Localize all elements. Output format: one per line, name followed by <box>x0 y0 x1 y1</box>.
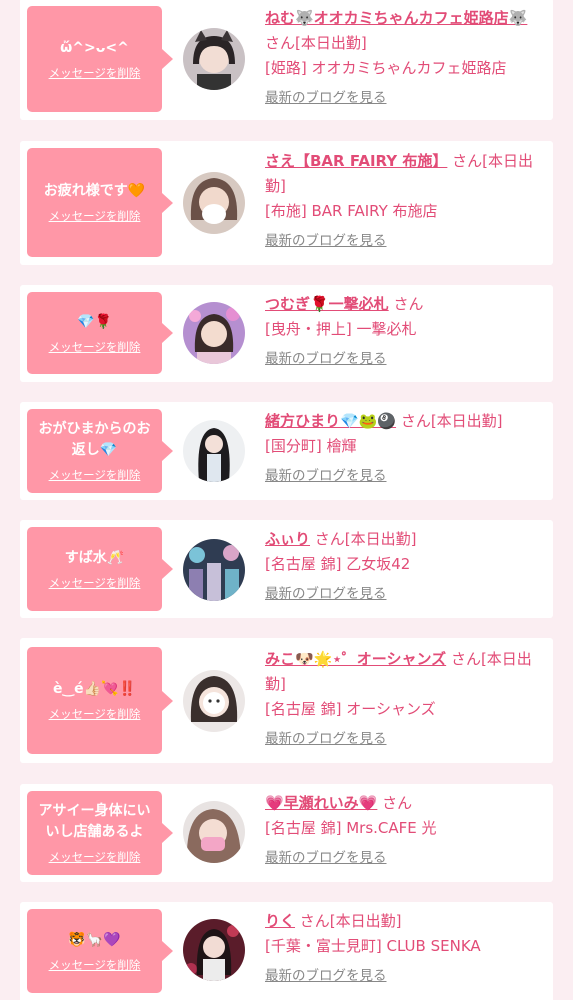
cast-status: さん[本日出勤] <box>314 530 417 548</box>
message-bubble: お疲れ様です🧡 メッセージを削除 <box>27 148 173 257</box>
delete-message-link[interactable]: メッセージを削除 <box>49 339 141 355</box>
latest-blog-link[interactable]: 最新のブログを見る <box>265 966 545 986</box>
cast-name-link[interactable]: りく <box>265 912 295 930</box>
cast-name-link[interactable]: つむぎ🌹一撃必札 <box>265 295 389 313</box>
shop-name: [布施] BAR FAIRY 布施店 <box>265 202 438 220</box>
message-list: ὤ^>ᴗ<^ メッセージを削除 ねむ🐺オオカミちゃんカフェ姫路店🐺 さん[本日出… <box>0 0 573 1000</box>
cast-info: ねむ🐺オオカミちゃんカフェ姫路店🐺 さん[本日出勤] [姫路] オオカミちゃんカ… <box>265 6 545 108</box>
cast-info: りく さん[本日出勤] [千葉・富士見町] CLUB SENKA 最新のブログを… <box>265 909 545 986</box>
avatar[interactable] <box>183 919 245 981</box>
cast-info: さえ【BAR FAIRY 布施】 さん[本日出勤] [布施] BAR FAIRY… <box>265 149 545 251</box>
avatar[interactable] <box>183 28 245 90</box>
delete-message-link[interactable]: メッセージを削除 <box>49 65 141 81</box>
list-item: 💎🌹 メッセージを削除 つむぎ🌹一撃必札 さん [曳舟・押上] 一撃必札 最新の… <box>20 285 553 382</box>
avatar[interactable] <box>183 539 245 601</box>
shop-name: [千葉・富士見町] CLUB SENKA <box>265 937 481 955</box>
girl-portrait-icon <box>183 420 245 482</box>
cast-name-link[interactable]: 💗早瀬れいみ💗 <box>265 794 377 812</box>
delete-message-link[interactable]: メッセージを削除 <box>49 849 141 865</box>
girl-portrait-icon <box>183 801 245 863</box>
cast-info: みこ🐶🌟⋆゜オーシャンズ さん[本日出勤] [名古屋 錦] オーシャンズ 最新の… <box>265 647 545 749</box>
message-text: è‿é👍🏻💘‼️ <box>53 681 136 697</box>
shop-name: [国分町] 檜輝 <box>265 437 357 455</box>
message-text: すば水🥂 <box>64 549 125 566</box>
cast-name-link[interactable]: さえ【BAR FAIRY 布施】 <box>265 152 447 170</box>
cast-info: ふぃり さん[本日出勤] [名古屋 錦] 乙女坂42 最新のブログを見る <box>265 527 545 604</box>
message-text: 💎🌹 <box>77 313 112 330</box>
girl-portrait-icon <box>183 28 245 90</box>
shop-name: [名古屋 錦] オーシャンズ <box>265 700 436 718</box>
girl-portrait-icon <box>183 919 245 981</box>
message-text: お疲れ様です🧡 <box>43 183 146 199</box>
message-bubble: アサイー身体にいいし店舗あるよ メッセージを削除 <box>27 791 173 875</box>
avatar[interactable] <box>183 670 245 732</box>
girl-portrait-icon <box>183 670 245 732</box>
delete-message-link[interactable]: メッセージを削除 <box>49 957 141 973</box>
latest-blog-link[interactable]: 最新のブログを見る <box>265 88 545 108</box>
list-item: おがひまからのお返し💎 メッセージを削除 緒方ひまり💎🐸🎱 さん[本日出勤] [… <box>20 402 553 500</box>
cast-name-link[interactable]: ねむ🐺オオカミちゃんカフェ姫路店🐺 <box>265 9 527 27</box>
message-bubble: è‿é👍🏻💘‼️ メッセージを削除 <box>27 647 173 754</box>
message-text: アサイー身体にいいし店舗あるよ <box>38 803 151 840</box>
latest-blog-link[interactable]: 最新のブログを見る <box>265 466 545 486</box>
girl-portrait-icon <box>183 302 245 364</box>
cast-status: さん[本日出勤] <box>299 912 402 930</box>
latest-blog-link[interactable]: 最新のブログを見る <box>265 584 545 604</box>
latest-blog-link[interactable]: 最新のブログを見る <box>265 231 545 251</box>
cast-info: つむぎ🌹一撃必札 さん [曳舟・押上] 一撃必札 最新のブログを見る <box>265 292 545 369</box>
girl-portrait-icon <box>183 539 245 601</box>
delete-message-link[interactable]: メッセージを削除 <box>49 706 141 722</box>
cast-status: さん[本日出勤] <box>400 412 503 430</box>
list-item: 🐯🦙💜 メッセージを削除 りく さん[本日出勤] [千葉・富士見町] CLUB … <box>20 902 553 1000</box>
cast-name-link[interactable]: ふぃり <box>265 530 310 548</box>
avatar[interactable] <box>183 172 245 234</box>
message-text: ὤ^>ᴗ<^ <box>60 39 129 56</box>
cast-info: 💗早瀬れいみ💗 さん [名古屋 錦] Mrs.CAFE 光 最新のブログを見る <box>265 791 545 868</box>
latest-blog-link[interactable]: 最新のブログを見る <box>265 729 545 749</box>
avatar[interactable] <box>183 420 245 482</box>
latest-blog-link[interactable]: 最新のブログを見る <box>265 848 545 868</box>
shop-name: [名古屋 錦] Mrs.CAFE 光 <box>265 819 437 837</box>
list-item: ὤ^>ᴗ<^ メッセージを削除 ねむ🐺オオカミちゃんカフェ姫路店🐺 さん[本日出… <box>20 0 553 120</box>
cast-info: 緒方ひまり💎🐸🎱 さん[本日出勤] [国分町] 檜輝 最新のブログを見る <box>265 409 545 486</box>
shop-name: [曳舟・押上] 一撃必札 <box>265 320 417 338</box>
delete-message-link[interactable]: メッセージを削除 <box>49 467 141 483</box>
avatar[interactable] <box>183 801 245 863</box>
message-bubble: すば水🥂 メッセージを削除 <box>27 527 173 611</box>
cast-status: さん <box>393 295 424 313</box>
delete-message-link[interactable]: メッセージを削除 <box>49 208 141 224</box>
message-text: おがひまからのお返し💎 <box>38 421 151 458</box>
list-item: アサイー身体にいいし店舗あるよ メッセージを削除 💗早瀬れいみ💗 さん [名古屋… <box>20 784 553 882</box>
girl-portrait-icon <box>183 172 245 234</box>
shop-name: [姫路] オオカミちゃんカフェ姫路店 <box>265 59 507 77</box>
message-bubble: ὤ^>ᴗ<^ メッセージを削除 <box>27 6 173 112</box>
list-item: è‿é👍🏻💘‼️ メッセージを削除 みこ🐶🌟⋆゜オーシャンズ さん[本日出勤] … <box>20 638 553 763</box>
message-bubble: 💎🌹 メッセージを削除 <box>27 292 173 374</box>
cast-status: さん[本日出勤] <box>265 34 367 52</box>
message-text: 🐯🦙💜 <box>68 931 121 948</box>
message-bubble: おがひまからのお返し💎 メッセージを削除 <box>27 409 173 493</box>
list-item: お疲れ様です🧡 メッセージを削除 さえ【BAR FAIRY 布施】 さん[本日出… <box>20 141 553 265</box>
cast-name-link[interactable]: みこ🐶🌟⋆゜オーシャンズ <box>265 650 446 668</box>
message-bubble: 🐯🦙💜 メッセージを削除 <box>27 909 173 993</box>
delete-message-link[interactable]: メッセージを削除 <box>49 575 141 591</box>
list-item: すば水🥂 メッセージを削除 ふぃり さん[本日出勤] [名古屋 錦] 乙女坂42… <box>20 520 553 618</box>
avatar[interactable] <box>183 302 245 364</box>
latest-blog-link[interactable]: 最新のブログを見る <box>265 349 545 369</box>
cast-status: さん <box>382 794 413 812</box>
cast-name-link[interactable]: 緒方ひまり💎🐸🎱 <box>265 412 396 430</box>
shop-name: [名古屋 錦] 乙女坂42 <box>265 555 411 573</box>
